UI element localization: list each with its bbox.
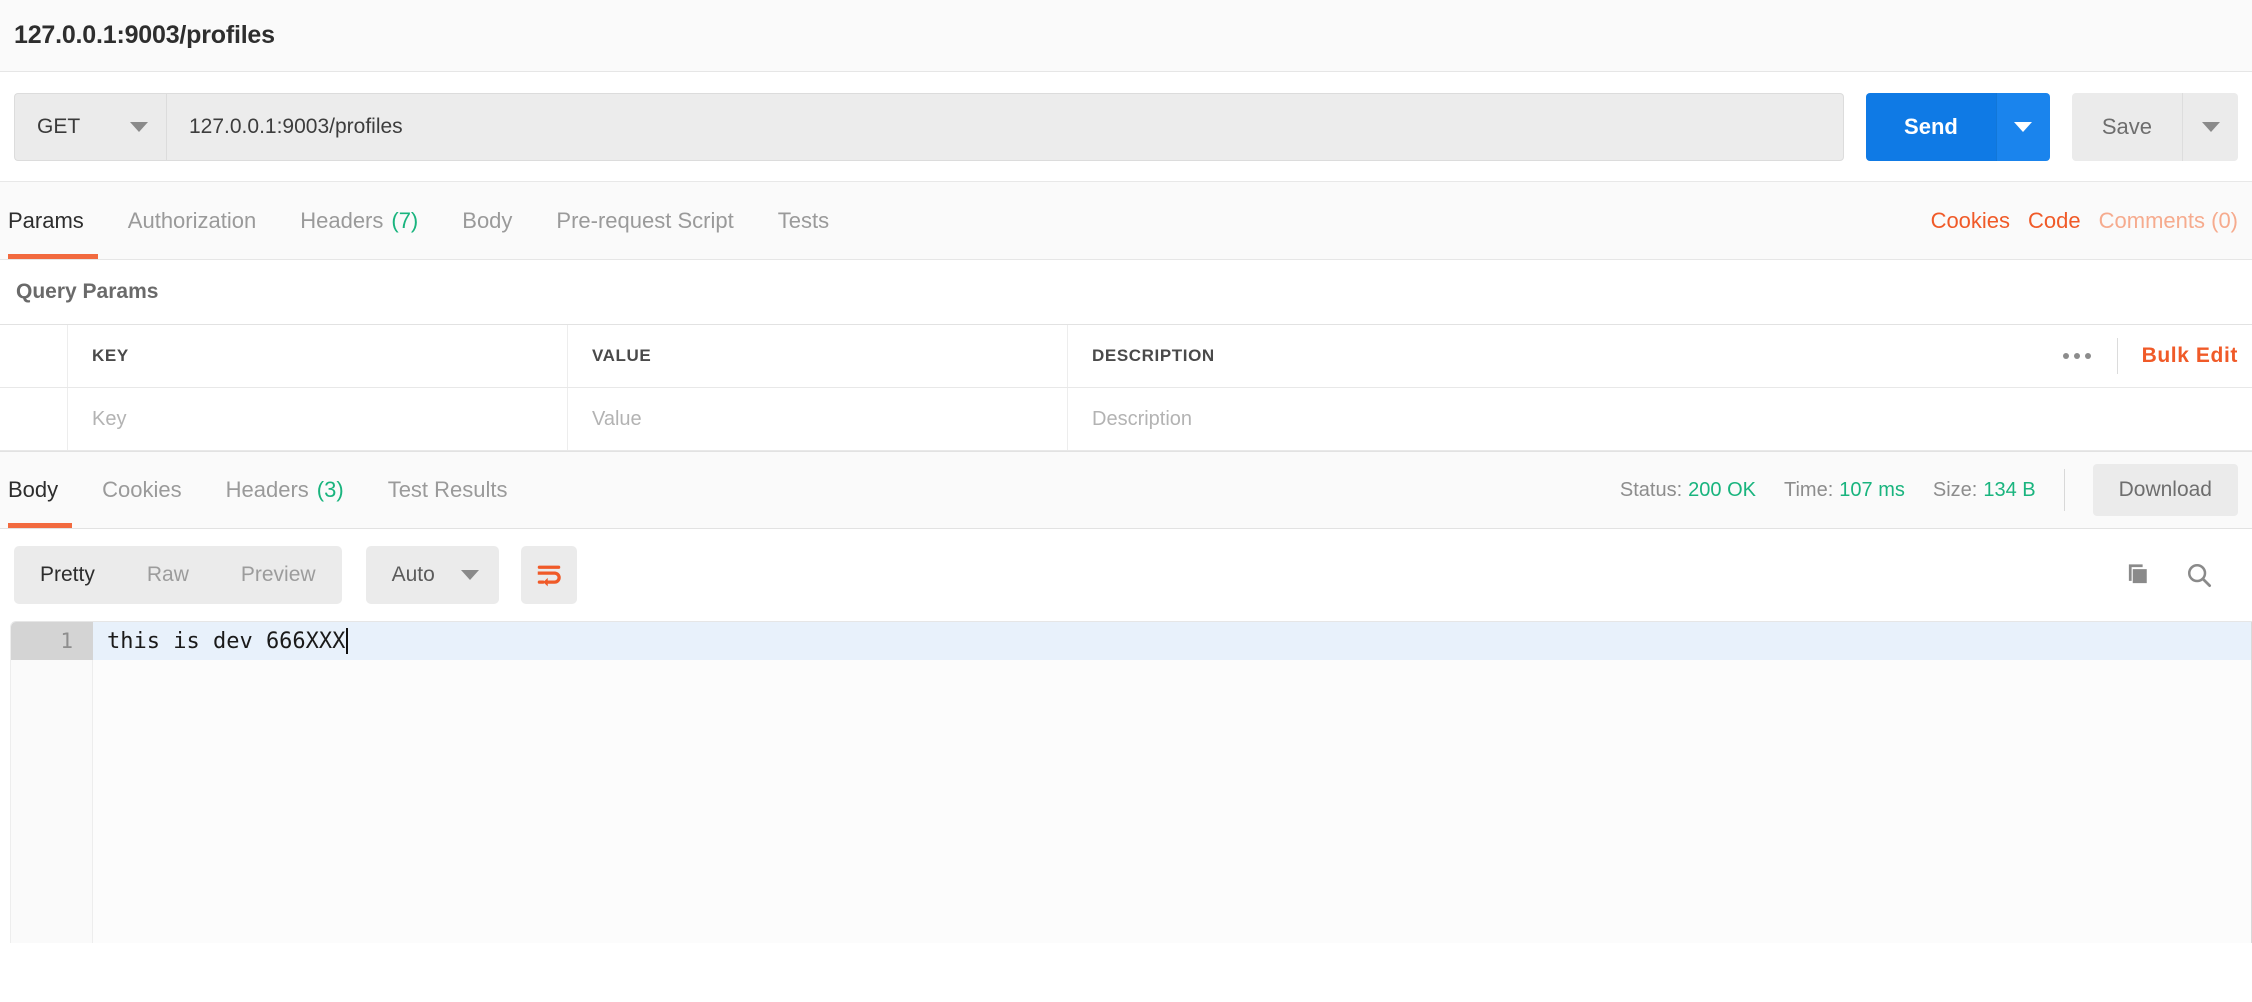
response-body-text: this is dev 666XXX [107,628,346,654]
text-cursor [346,628,349,654]
window-titlebar: 127.0.0.1:9003/profiles [0,0,2252,72]
response-tab-headers-label: Headers [225,477,309,502]
request-url-input[interactable]: 127.0.0.1:9003/profiles [166,92,1845,161]
tab-body-label: Body [462,207,513,233]
http-method-label: GET [37,114,81,138]
tab-pre-request-script[interactable]: Pre-request Script [534,182,755,259]
request-url-bar: GET 127.0.0.1:9003/profiles Send Save [0,72,2252,182]
search-button[interactable] [2184,560,2214,590]
chevron-down-icon [460,570,479,580]
chevron-down-icon [2201,121,2220,132]
status-badge: Status: 200 OK [1620,479,1756,502]
search-icon [2187,563,2211,587]
tab-headers-count: (7) [391,207,419,233]
divider [2063,469,2065,511]
tab-params-label: Params [8,207,84,233]
response-tab-test-results-label: Test Results [387,477,508,502]
query-params-header-row: KEY VALUE DESCRIPTION Bulk Edit [0,324,2252,387]
size-label: Size: [1932,478,1978,501]
response-tab-cookies-label: Cookies [102,477,182,502]
cookies-link[interactable]: Cookies [1931,208,2010,234]
status-value: 200 OK [1688,478,1756,501]
time-value: 107 ms [1839,478,1905,501]
column-header-description-label: DESCRIPTION [1092,346,1215,365]
time-badge: Time: 107 ms [1784,479,1905,502]
param-value-input[interactable]: Value [568,388,1068,450]
ellipsis-icon[interactable] [2037,338,2118,374]
line-number: 1 [60,629,73,653]
query-params-heading: Query Params [0,260,2252,324]
column-header-description: DESCRIPTION Bulk Edit [1068,325,2252,387]
time-label: Time: [1784,478,1834,501]
comments-link[interactable]: Comments (0) [2099,208,2238,234]
send-options-button[interactable] [1995,92,2050,161]
tab-params[interactable]: Params [0,182,106,259]
send-button[interactable]: Send [1866,92,1996,161]
send-button-group: Send [1866,92,2050,161]
bulk-edit-button[interactable]: Bulk Edit [2118,344,2238,368]
response-tab-cookies[interactable]: Cookies [80,452,203,528]
ellipsis-dot [2084,353,2091,359]
size-value: 134 B [1983,478,2036,501]
row-checkbox[interactable] [0,388,68,450]
view-pretty-button[interactable]: Pretty [14,546,121,604]
size-badge: Size: 134 B [1933,479,2036,502]
view-raw-button[interactable]: Raw [121,546,215,604]
tab-headers-label: Headers [300,207,384,233]
column-header-key: KEY [68,325,568,387]
http-method-select[interactable]: GET [14,92,166,161]
save-button-group: Save [2071,92,2238,161]
copy-button[interactable] [2122,560,2152,590]
save-button[interactable]: Save [2071,92,2182,161]
save-options-button[interactable] [2182,92,2238,161]
word-wrap-icon [537,565,561,587]
tab-authorization-label: Authorization [127,207,257,233]
response-view-segmented-control: Pretty Raw Preview [14,546,342,604]
status-label: Status: [1619,478,1683,501]
response-format-label: Auto [391,563,435,586]
tab-authorization[interactable]: Authorization [106,182,278,259]
tab-pre-request-script-label: Pre-request Script [556,207,734,233]
response-body-actions [2122,560,2238,590]
select-all-checkbox-cell[interactable] [0,325,68,387]
response-tab-headers-count: (3) [316,477,344,502]
response-format-select[interactable]: Auto [365,546,499,604]
chevron-down-icon [130,121,148,132]
view-preview-button[interactable]: Preview [215,546,342,604]
request-quick-links: Cookies Code Comments (0) [1931,182,2252,259]
tab-headers[interactable]: Headers (7) [278,182,440,259]
response-tablist: Body Cookies Headers (3) Test Results [0,452,530,528]
ellipsis-dot [2073,353,2080,359]
chevron-down-icon [2014,121,2033,132]
download-button[interactable]: Download [2092,464,2238,516]
word-wrap-toggle[interactable] [520,546,577,604]
request-tabs-bar: Params Authorization Headers (7) Body Pr… [0,182,2252,260]
tab-body[interactable]: Body [440,182,534,259]
response-body-toolbar: Pretty Raw Preview Auto [0,529,2252,621]
response-body-editor[interactable]: 1 this is dev 666XXX [10,621,2252,943]
table-row: Key Value Description [0,387,2252,451]
query-params-header-actions: Bulk Edit [2037,325,2252,387]
code-link[interactable]: Code [2028,208,2081,234]
editor-gutter [11,622,93,943]
ellipsis-dot [2062,353,2069,359]
response-tabs-bar: Body Cookies Headers (3) Test Results St… [0,451,2252,529]
page-title: 127.0.0.1:9003/profiles [14,21,275,49]
query-params-table: KEY VALUE DESCRIPTION Bulk Edit Key Valu… [0,324,2252,451]
request-tablist: Params Authorization Headers (7) Body Pr… [0,182,851,259]
response-tab-body-label: Body [8,477,59,502]
copy-icon [2128,564,2147,584]
editor-line-content: this is dev 666XXX [107,622,349,660]
response-tab-test-results[interactable]: Test Results [366,452,530,528]
param-key-input[interactable]: Key [68,388,568,450]
tab-tests-label: Tests [777,207,830,233]
tab-tests[interactable]: Tests [756,182,851,259]
response-meta: Status: 200 OK Time: 107 ms Size: 134 B Dow… [1620,452,2252,528]
param-description-input[interactable]: Description [1068,388,2252,450]
response-tab-body[interactable]: Body [0,452,80,528]
response-tab-headers[interactable]: Headers (3) [204,452,366,528]
column-header-value: VALUE [568,325,1068,387]
